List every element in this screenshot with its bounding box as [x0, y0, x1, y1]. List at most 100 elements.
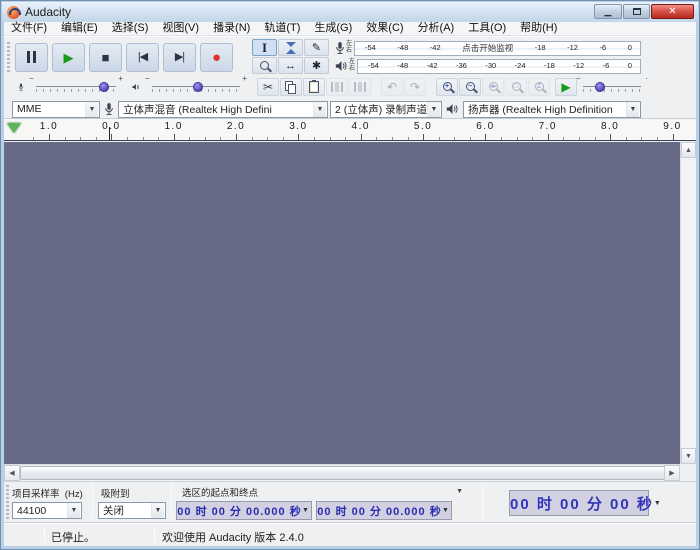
ruler-tick — [174, 134, 175, 140]
selection-end-value[interactable]: 00 时 00 分 00.000 秒 — [317, 503, 442, 519]
selection-tool-button[interactable]: I — [252, 39, 277, 56]
project-rate-dropdown[interactable]: 44100▼ — [12, 502, 82, 519]
selection-start-field[interactable]: 00 时 00 分 00.000 秒▼ — [176, 501, 312, 520]
menu-f[interactable]: 文件(F) — [4, 22, 54, 35]
snap-to-label: 吸附到 — [101, 486, 130, 500]
paste-button[interactable] — [303, 78, 325, 96]
toolbar-gripper[interactable] — [7, 42, 10, 72]
play-meter-scale[interactable]: -54-48-42-36-30-24-18-12-60 — [357, 59, 641, 74]
menu-a[interactable]: 分析(A) — [411, 22, 462, 35]
undo-icon: ↶ — [387, 81, 397, 93]
maximize-button[interactable] — [623, 4, 650, 19]
time-shift-tool-button[interactable]: ↔ — [278, 57, 303, 74]
track-panel[interactable]: ▲ ▼ — [4, 142, 696, 464]
ruler-tick — [563, 137, 564, 140]
selection-range-dropdown[interactable]: 选区的起点和终点▼ — [176, 485, 466, 498]
draw-tool-button[interactable]: ✎ — [304, 39, 329, 56]
multi-tool-button[interactable]: ✱ — [304, 57, 329, 74]
ruler-label: 7.0 — [539, 121, 557, 132]
play-icon: ▶ — [64, 51, 74, 64]
recording-channels-dropdown[interactable]: 2 (立体声) 录制声道▼ — [330, 101, 442, 118]
pinned-playhead-icon[interactable] — [7, 123, 21, 133]
divider — [482, 485, 483, 519]
selection-start-value[interactable]: 00 时 00 分 00.000 秒 — [177, 503, 302, 519]
copy-button[interactable] — [280, 78, 302, 96]
ruler-tick — [532, 137, 533, 140]
recording-meter[interactable]: 左右 -54-48-42点击开始监视-18-12-60 — [331, 39, 643, 57]
edit-toolbar: ✂↶↷+−◂▸□Z — [251, 76, 553, 97]
vertical-scrollbar[interactable]: ▲ ▼ — [680, 142, 696, 464]
zoom-out-icon: − — [466, 82, 475, 91]
title-bar[interactable]: Audacity ▁ ✕ — [2, 2, 698, 22]
selection-end-field[interactable]: 00 时 00 分 00.000 秒▼ — [316, 501, 452, 520]
ruler-tick — [283, 137, 284, 140]
menu-v[interactable]: 视图(V) — [155, 22, 206, 35]
zoom-tool-button[interactable] — [252, 57, 277, 74]
menu-c[interactable]: 效果(C) — [359, 22, 410, 35]
recording-volume-thumb[interactable] — [99, 82, 109, 92]
menu-t[interactable]: 轨道(T) — [257, 22, 307, 35]
audio-position-field[interactable]: 00 时 00 分 00 秒▼ — [509, 490, 649, 516]
close-button[interactable]: ✕ — [651, 4, 694, 19]
playback-volume-slider[interactable]: − + — [152, 80, 240, 93]
timeline-ruler[interactable]: 1.00.01.02.03.04.05.06.07.08.09.0 — [4, 118, 696, 141]
meter-scale-number: -42 — [430, 44, 441, 52]
menu-o[interactable]: 工具(O) — [461, 22, 513, 35]
ruler-tick — [517, 137, 518, 140]
play-speed-slider[interactable]: − · — [583, 80, 641, 93]
menu-g[interactable]: 生成(G) — [307, 22, 359, 35]
ruler-tick — [314, 137, 315, 140]
minimize-button[interactable]: ▁ — [594, 4, 622, 19]
meter-toolbars: 左右 -54-48-42点击开始监视-18-12-60 左右 -54-48-42… — [331, 39, 643, 75]
recording-volume-slider[interactable]: − + — [36, 80, 116, 93]
transport-toolbar: ▶ ■|◀▶|● — [6, 39, 251, 75]
status-bar: 已停止。 欢迎使用 Audacity 版本 2.4.0 — [4, 522, 696, 546]
skip-to-start-button[interactable]: |◀ — [126, 43, 159, 72]
undo-button: ↶ — [381, 78, 403, 96]
snap-to-dropdown[interactable]: 关闭▼ — [98, 502, 166, 519]
menu-n[interactable]: 播录(N) — [206, 22, 257, 35]
ruler-tick — [330, 137, 331, 140]
menu-e[interactable]: 编辑(E) — [54, 22, 105, 35]
menu-s[interactable]: 选择(S) — [105, 22, 156, 35]
play-button[interactable]: ▶ — [52, 43, 85, 72]
horizontal-scroll-thumb[interactable] — [20, 466, 665, 480]
menu-bar: 文件(F)编辑(E)选择(S)视图(V)播录(N)轨道(T)生成(G)效果(C)… — [4, 22, 696, 36]
playback-device-dropdown[interactable]: 扬声器 (Realtek High Definition▼ — [463, 101, 641, 118]
scroll-left-arrow[interactable]: ◀ — [4, 465, 20, 481]
playback-meter[interactable]: 左右 -54-48-42-36-30-24-18-12-60 — [331, 57, 643, 75]
stop-button[interactable]: ■ — [89, 43, 122, 72]
silence-selection-button — [349, 78, 371, 96]
record-meter-channel-labels: 左右 — [346, 41, 352, 55]
scroll-down-arrow[interactable]: ▼ — [681, 448, 696, 464]
recording-device-dropdown[interactable]: 立体声混音 (Realtek High Defini▼ — [118, 101, 328, 118]
menu-h[interactable]: 帮助(H) — [513, 22, 564, 35]
horizontal-scrollbar[interactable]: ◀ ▶ — [4, 464, 696, 481]
trim-outside-selection-icon — [331, 82, 343, 92]
scrollbar-corner — [680, 464, 696, 481]
play-speed-thumb[interactable] — [595, 82, 605, 92]
scroll-up-arrow[interactable]: ▲ — [681, 142, 696, 158]
zoom-out-button[interactable]: − — [459, 78, 481, 96]
zoom-toggle-icon: Z — [535, 82, 544, 91]
dropdown-arrow-icon: ▼ — [442, 507, 451, 514]
scroll-right-arrow[interactable]: ▶ — [664, 465, 680, 481]
cut-icon: ✂ — [263, 81, 273, 93]
meter-scale-number: -12 — [573, 62, 584, 70]
skip-to-end-button[interactable]: ▶| — [163, 43, 196, 72]
microphone-icon — [335, 41, 345, 55]
zoom-in-icon: + — [443, 82, 452, 91]
toolbar-gripper[interactable] — [6, 485, 9, 519]
dropdown-arrow-icon: ▼ — [302, 507, 311, 514]
record-meter-scale[interactable]: -54-48-42点击开始监视-18-12-60 — [354, 41, 641, 56]
zoom-in-button[interactable]: + — [436, 78, 458, 96]
record-button[interactable]: ● — [200, 43, 233, 72]
playback-volume-thumb[interactable] — [193, 82, 203, 92]
play-at-speed-button[interactable]: ▶ — [555, 78, 577, 96]
minus-label: − — [29, 74, 34, 83]
cut-button[interactable]: ✂ — [257, 78, 279, 96]
audio-position-value[interactable]: 00 时 00 分 00 秒 — [510, 493, 654, 514]
audio-host-dropdown[interactable]: MME▼ — [12, 101, 100, 118]
pause-button[interactable] — [15, 43, 48, 72]
envelope-tool-button[interactable] — [278, 39, 303, 56]
